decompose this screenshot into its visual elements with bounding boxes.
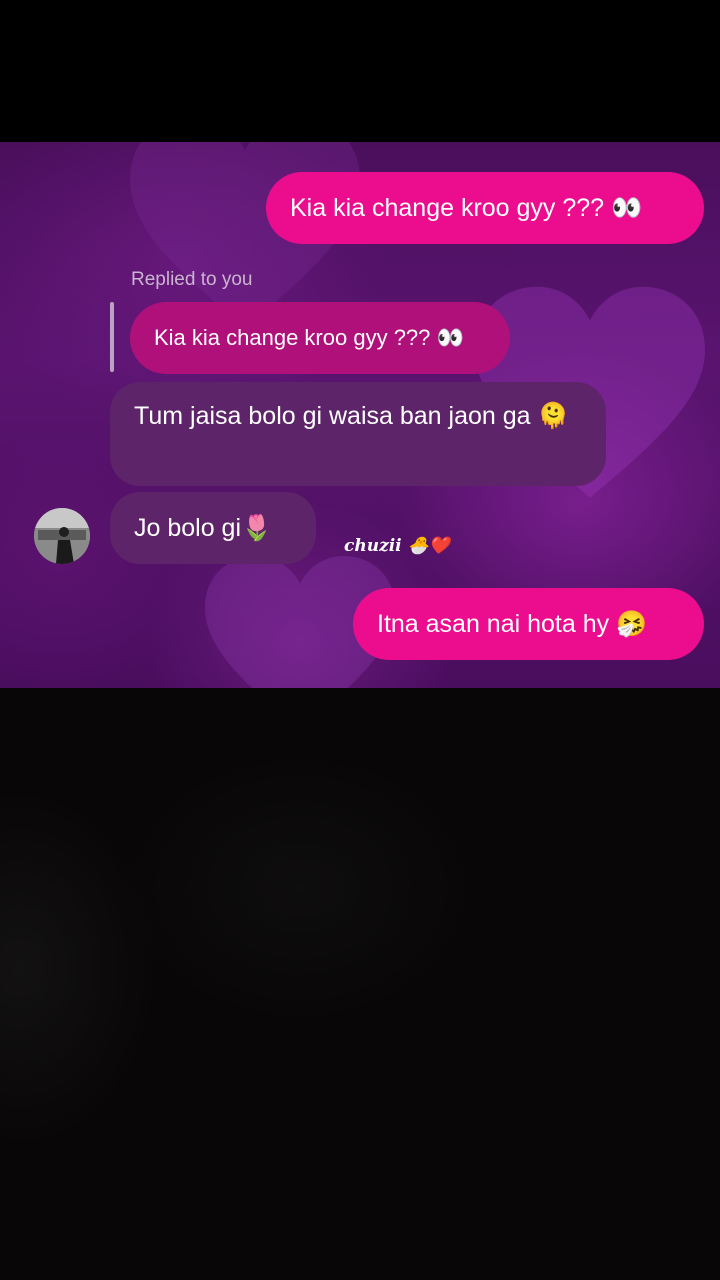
received-message-bubble[interactable]: Jo bolo gi🌷 [110,492,316,564]
dark-background-area [0,688,720,1280]
chat-panel: Kia kia change kroo gyy ??? 👀 Replied to… [0,142,720,688]
quoted-message-bubble[interactable]: Kia kia change kroo gyy ??? 👀 [130,302,510,374]
received-message-bubble[interactable]: Tum jaisa bolo gi waisa ban jaon ga 🫠 [110,382,606,486]
sent-message-bubble[interactable]: Itna asan nai hota hy 🤧 [353,588,704,660]
sticker-label: chuzii 🐣❤️ [344,536,450,556]
avatar-photo-icon [34,508,90,564]
reply-indicator-line [110,302,114,372]
top-black-bar [0,0,720,142]
replied-to-you-label: Replied to you [131,269,253,290]
sent-message-bubble[interactable]: Kia kia change kroo gyy ??? 👀 [266,172,704,244]
contact-avatar[interactable] [34,508,90,564]
